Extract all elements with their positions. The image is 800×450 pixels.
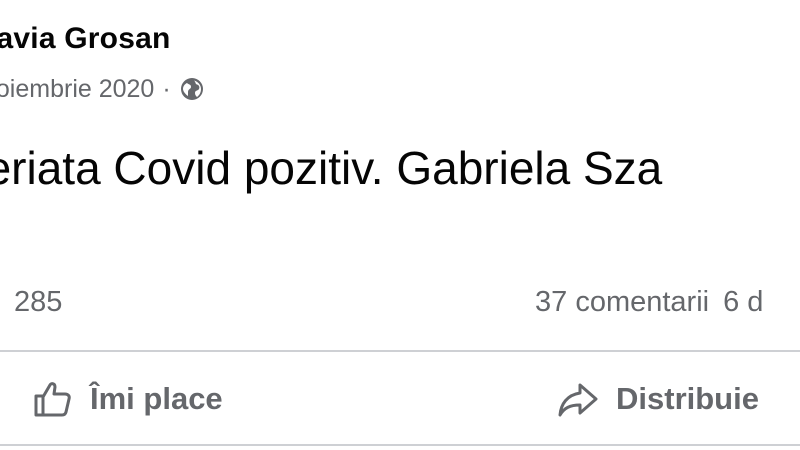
post-meta: noiembrie 2020 ·: [0, 72, 205, 106]
reaction-count[interactable]: 285: [14, 286, 62, 319]
post-date[interactable]: noiembrie 2020: [0, 75, 154, 104]
facebook-post: lavia Grosan noiembrie 2020 · periata Co…: [0, 0, 800, 450]
like-label: Îmi place: [90, 381, 223, 416]
shares-count[interactable]: 6 d: [723, 286, 763, 318]
divider: [0, 444, 800, 446]
post-text: periata Covid pozitiv. Gabriela Sza .: [0, 138, 800, 258]
post-text-line: periata Covid pozitiv. Gabriela Sza: [0, 142, 663, 194]
share-button[interactable]: Distribuie: [556, 372, 759, 426]
share-label: Distribuie: [616, 381, 759, 416]
divider: [0, 350, 800, 352]
post-text-line: .: [0, 198, 800, 258]
globe-icon[interactable]: [179, 76, 205, 102]
comments-count[interactable]: 37 comentarii: [535, 286, 709, 318]
share-arrow-icon: [556, 377, 600, 421]
meta-separator: ·: [162, 74, 171, 103]
engagement-counts: 37 comentarii 6 d: [535, 286, 777, 319]
post-author-name[interactable]: lavia Grosan: [0, 22, 171, 56]
like-button[interactable]: Îmi place: [30, 372, 223, 426]
thumbs-up-icon: [30, 377, 74, 421]
